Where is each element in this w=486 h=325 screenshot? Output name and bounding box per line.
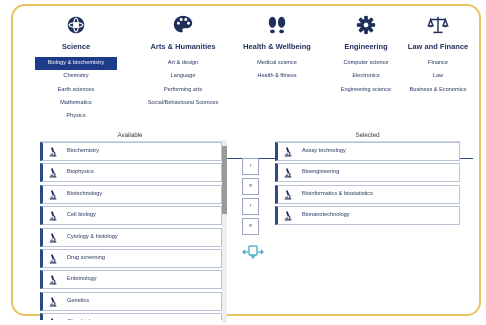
atom-icon xyxy=(67,16,85,34)
subcategory-item[interactable]: Electronics xyxy=(327,70,405,83)
list-item[interactable]: Drug screening xyxy=(40,248,222,268)
list-item-label: Biochemistry xyxy=(67,148,100,154)
category-science[interactable]: Science Biology & biochemistry Chemistry… xyxy=(35,14,117,123)
subcategory-item[interactable]: Chemistry xyxy=(35,70,117,83)
gear-icon xyxy=(356,15,376,35)
list-item[interactable]: Entomology xyxy=(40,270,222,290)
palette-icon xyxy=(173,15,193,33)
list-item-label: Bioengineering xyxy=(302,169,340,176)
list-item-label: Drug screening xyxy=(67,254,105,261)
microscope-icon xyxy=(49,275,57,285)
microscope-icon xyxy=(49,296,57,307)
list-item[interactable]: Bioengineering xyxy=(275,163,460,183)
subcategory-item[interactable]: Engineering science xyxy=(327,84,405,97)
list-item[interactable]: Biotechnology xyxy=(40,184,222,204)
microscope-icon xyxy=(49,254,57,264)
list-item[interactable]: Biochemistry xyxy=(40,142,222,161)
subcategory-item[interactable]: Performing arts xyxy=(137,84,229,97)
category-title: Law and Finance xyxy=(407,42,469,51)
category-arts[interactable]: Arts & Humanities Art & design Language … xyxy=(137,14,229,110)
subcategory-item[interactable]: Mathematics xyxy=(35,97,117,110)
list-item-label: Glycobiology xyxy=(67,319,99,320)
category-title: Engineering xyxy=(344,42,388,51)
microscope-icon xyxy=(284,147,292,157)
move-all-left-button[interactable]: « xyxy=(242,218,259,235)
list-item-label: Bionanotechnology xyxy=(302,212,350,219)
move-left-button[interactable]: ‹ xyxy=(242,198,259,215)
microscope-icon xyxy=(49,211,57,221)
available-scrollbar[interactable] xyxy=(222,140,227,323)
category-law[interactable]: Law and Finance Finance Law Business & E… xyxy=(405,14,471,97)
microscope-icon xyxy=(49,168,57,178)
selected-label: Selected xyxy=(355,132,380,139)
subcategory-item[interactable]: Medical science xyxy=(231,57,323,70)
subcategory-item[interactable]: Health & fitness xyxy=(231,70,323,83)
subcategory-item[interactable]: Biology & biochemistry xyxy=(35,57,117,71)
list-item[interactable]: Glycobiology xyxy=(40,313,222,320)
list-item[interactable]: Cell biology xyxy=(40,206,222,226)
microscope-icon xyxy=(284,168,292,178)
list-item-label: Cytology & histology xyxy=(67,233,118,240)
list-item-label: Genetics xyxy=(67,297,90,304)
list-item-label: Bioinformatics & biostatistics xyxy=(302,190,373,197)
microscope-icon xyxy=(49,147,57,157)
category-title: Science xyxy=(61,42,91,51)
list-item-label: Biophysics xyxy=(67,169,94,176)
subcategory-item[interactable]: Art & design xyxy=(137,57,229,70)
list-item-label: Entomology xyxy=(67,276,97,283)
subcategory-item[interactable]: Finance xyxy=(405,57,471,70)
scales-icon xyxy=(427,16,449,34)
microscope-icon xyxy=(284,190,292,200)
subcategory-item[interactable]: Language xyxy=(137,70,229,83)
scrollbar-thumb[interactable] xyxy=(222,146,227,214)
subcategory-item[interactable]: Business & Economics xyxy=(405,84,471,97)
available-list[interactable]: Biochemistry Biophysics Biotechnology Cell … xyxy=(40,141,222,320)
subcategory-item[interactable]: Earth sciences xyxy=(35,84,117,97)
drag-drop-icon xyxy=(242,245,264,260)
list-item[interactable]: Assay technology xyxy=(275,142,460,161)
footprints-icon xyxy=(268,16,286,34)
subcategory-item[interactable]: Physics xyxy=(35,110,117,123)
move-right-button[interactable]: › xyxy=(242,158,259,175)
subcategory-item[interactable]: Law xyxy=(405,70,471,83)
category-title: Health & Wellbeing xyxy=(243,42,311,51)
move-all-right-button[interactable]: » xyxy=(242,178,259,195)
microscope-icon xyxy=(284,211,292,221)
list-item[interactable]: Cytology & histology xyxy=(40,227,222,247)
list-item[interactable]: Genetics xyxy=(40,291,222,311)
microscope-icon xyxy=(49,232,57,243)
list-item-label: Biotechnology xyxy=(67,190,103,197)
subcategory-item[interactable]: Social/Behavioural Sciences xyxy=(137,97,229,110)
subcategory-item[interactable]: Computer science xyxy=(327,57,405,70)
microscope-icon xyxy=(49,190,57,200)
list-item[interactable]: Biophysics xyxy=(40,163,222,183)
list-item[interactable]: Bioinformatics & biostatistics xyxy=(275,184,460,204)
category-engineering[interactable]: Engineering Computer science Electronics… xyxy=(327,14,405,97)
list-item-label: Assay technology xyxy=(302,148,346,154)
selected-list[interactable]: Assay technology Bioengineering Bioinforma… xyxy=(275,141,460,242)
category-health[interactable]: Health & Wellbeing Medical science Healt… xyxy=(231,14,323,84)
list-item[interactable]: Bionanotechnology xyxy=(275,206,460,226)
list-item-label: Cell biology xyxy=(67,212,96,219)
category-title: Arts & Humanities xyxy=(150,42,216,51)
available-label: Available xyxy=(117,132,143,139)
microscope-icon xyxy=(50,318,55,320)
